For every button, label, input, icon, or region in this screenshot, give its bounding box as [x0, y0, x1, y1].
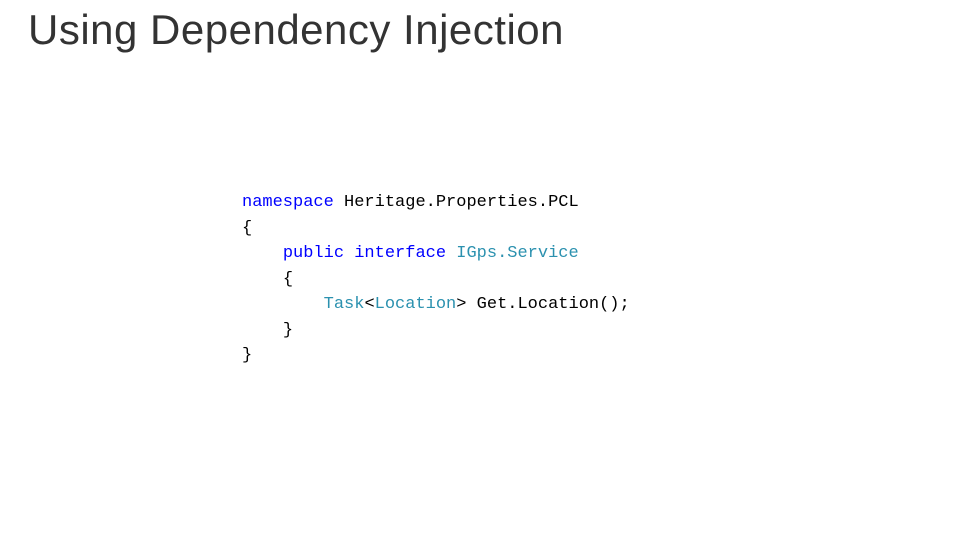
slide-title: Using Dependency Injection: [28, 6, 564, 54]
indent: [242, 244, 283, 263]
method-name: Get.Location();: [477, 295, 630, 314]
slide: Using Dependency Injection namespace Her…: [0, 0, 960, 540]
indent: [242, 321, 283, 340]
keyword-namespace: namespace: [242, 193, 334, 212]
brace-close: }: [242, 346, 252, 365]
namespace-name: Heritage.Properties.PCL: [344, 193, 579, 212]
brace-close-inner: }: [283, 321, 293, 340]
keyword-public: public: [283, 244, 344, 263]
brace-open: {: [242, 219, 252, 238]
indent: [242, 270, 283, 289]
angle-open: <: [364, 295, 374, 314]
space: [466, 295, 476, 314]
angle-close: >: [456, 295, 466, 314]
code-block: namespace Heritage.Properties.PCL { publ…: [242, 190, 630, 369]
type-location: Location: [375, 295, 457, 314]
type-interface: IGps.Service: [456, 244, 578, 263]
type-task: Task: [324, 295, 365, 314]
keyword-interface: interface: [354, 244, 446, 263]
space: [446, 244, 456, 263]
brace-open-inner: {: [283, 270, 293, 289]
indent: [242, 295, 324, 314]
space: [334, 193, 344, 212]
space: [344, 244, 354, 263]
